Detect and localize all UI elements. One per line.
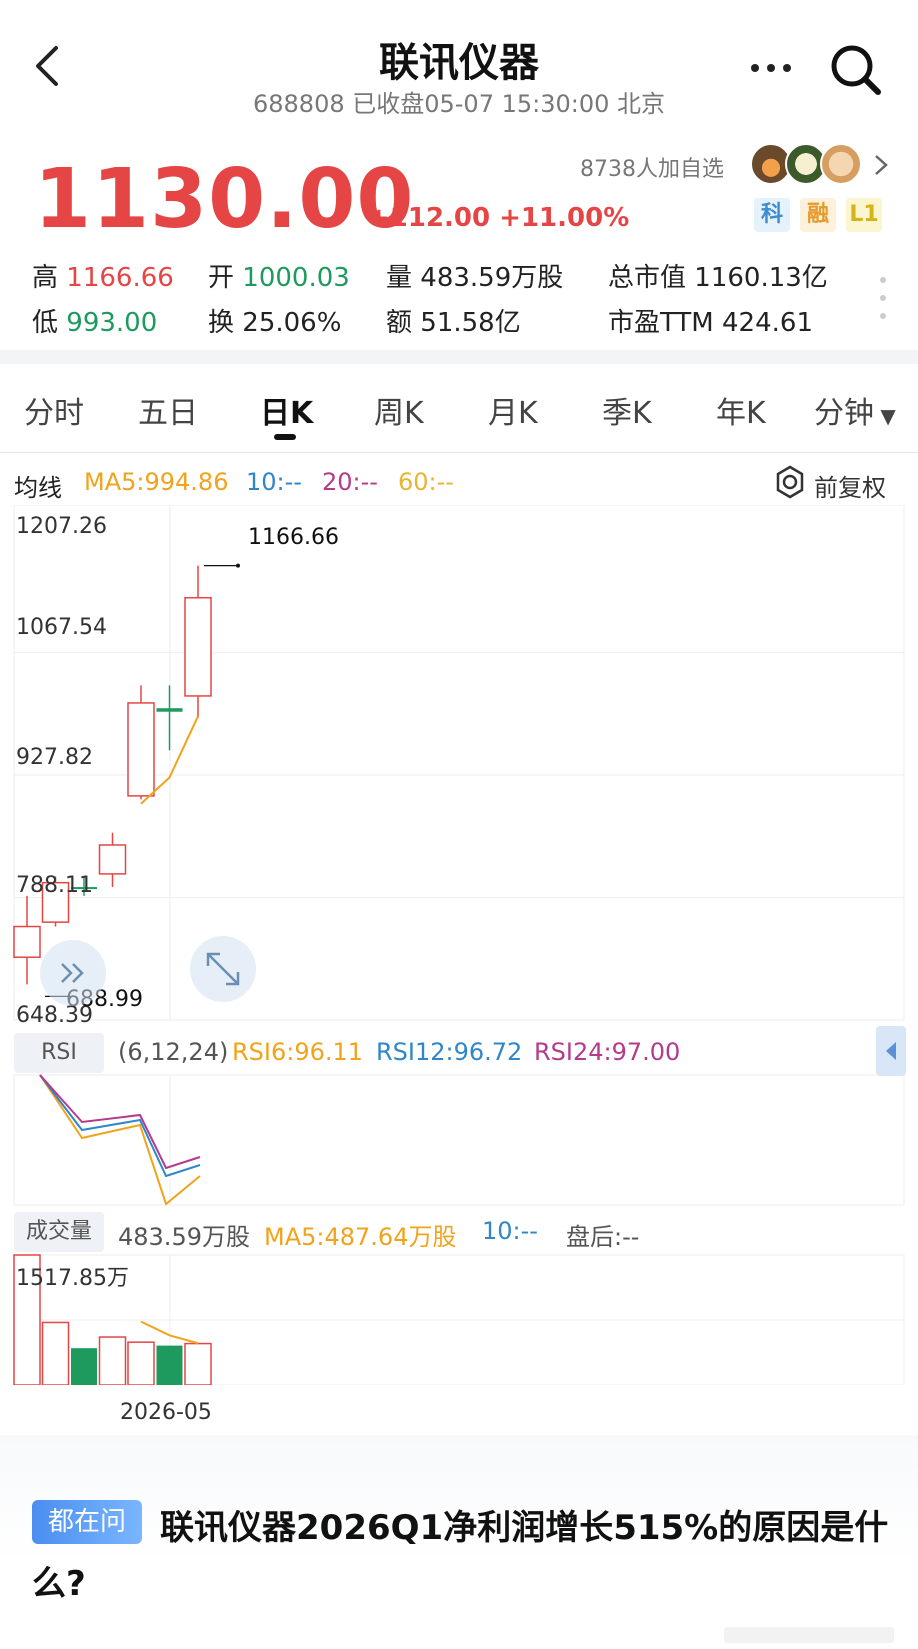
price-change: +112.00 +11.00% — [368, 203, 630, 233]
tab-five-day[interactable]: 五日 — [138, 388, 198, 432]
stat-open: 开 1000.03 — [208, 263, 350, 293]
stat-pe-ttm: 市盈TTM 424.61 — [608, 308, 813, 338]
stat-amount: 额 51.58亿 — [386, 308, 521, 338]
volume-bar — [127, 1341, 155, 1385]
collapse-panel-button[interactable] — [876, 1026, 906, 1076]
volume-value: 483.59万股 — [118, 1223, 250, 1251]
ask-tag: 都在问 — [32, 1500, 142, 1544]
margin-badge: 融 — [800, 198, 836, 232]
volume-bar — [41, 1321, 70, 1385]
candle-body — [13, 925, 41, 958]
rsi24-value: RSI24:97.00 — [534, 1038, 681, 1066]
volume-indicator-selector[interactable]: 成交量 — [14, 1212, 104, 1252]
volume-ma5: MA5:487.64万股 — [264, 1223, 457, 1251]
ma20-value: 20:-- — [322, 468, 378, 496]
ask-question[interactable]: 联讯仪器2026Q1净利润增长515%的原因是什么? — [32, 1500, 892, 1612]
kline-chart[interactable] — [0, 505, 918, 1385]
level1-badge: L1 — [846, 198, 882, 232]
candle-body — [156, 708, 183, 712]
settings-gear-icon[interactable] — [772, 464, 808, 500]
rsi-line — [39, 1074, 201, 1178]
rsi12-value: RSI12:96.72 — [376, 1038, 523, 1066]
volume-bar — [184, 1342, 212, 1385]
high-marker-dot — [236, 563, 240, 568]
rsi-line — [39, 1074, 201, 1206]
ma60-value: 60:-- — [398, 468, 454, 496]
triangle-left-icon — [886, 1042, 896, 1060]
date-axis-label: 2026-05 — [120, 1400, 212, 1425]
stat-volume: 量 483.59万股 — [386, 263, 564, 293]
stat-high: 高 1166.66 — [32, 263, 174, 293]
star-market-badge: 科 — [754, 198, 790, 232]
search-icon[interactable] — [828, 42, 884, 98]
stat-market-cap: 总市值 1160.13亿 — [608, 263, 828, 293]
vertical-dots-icon[interactable] — [878, 274, 888, 322]
followers-count[interactable]: 8738人加自选 — [580, 151, 724, 183]
y-tick-label: 788.11 — [16, 873, 93, 898]
tab-daily-k[interactable]: 日K — [260, 388, 313, 432]
tab-monthly-k[interactable]: 月K — [488, 388, 538, 432]
volume-max-label: 1517.85万 — [16, 1266, 129, 1291]
scroll-forward-button[interactable] — [40, 940, 106, 1006]
more-options-icon[interactable] — [746, 48, 796, 88]
active-tab-indicator — [274, 434, 296, 440]
volume-bar — [156, 1345, 183, 1385]
section-divider — [0, 350, 918, 364]
tabs-divider — [0, 452, 918, 453]
volume-bar — [71, 1348, 97, 1385]
volume-bar — [98, 1336, 127, 1385]
ma-label: 均线 — [14, 474, 62, 502]
ma10-value: 10:-- — [246, 468, 302, 496]
double-chevron-right-icon — [61, 963, 84, 983]
candle-body — [184, 596, 212, 697]
tab-minute[interactable]: 分钟 ▼ — [814, 388, 896, 432]
adjust-mode[interactable]: 前复权 — [814, 468, 886, 503]
tab-quarterly-k[interactable]: 季K — [602, 388, 652, 432]
candle-body — [98, 844, 127, 875]
rsi-panel-frame — [13, 1074, 905, 1206]
current-price: 1130.00 — [34, 152, 415, 247]
rsi-line — [39, 1074, 201, 1170]
tab-weekly-k[interactable]: 周K — [374, 388, 424, 432]
watermark-logo — [724, 1627, 894, 1643]
rsi-params: (6,12,24) — [118, 1038, 229, 1066]
y-tick-label: 1067.54 — [16, 615, 107, 640]
stat-turnover: 换 25.06% — [208, 308, 342, 338]
tab-intraday[interactable]: 分时 — [24, 388, 84, 432]
high-marker-label: 1166.66 — [248, 525, 339, 550]
fullscreen-button[interactable] — [190, 936, 256, 1002]
follower-avatar — [820, 143, 862, 185]
after-hours-volume: 盘后:-- — [566, 1223, 640, 1251]
y-tick-label: 1207.26 — [16, 514, 107, 539]
ma5-value: MA5:994.86 — [84, 468, 229, 496]
rsi-indicator-selector[interactable]: RSI — [14, 1033, 104, 1073]
expand-arrows-icon — [206, 952, 240, 986]
y-tick-label: 927.82 — [16, 745, 93, 770]
candle-body — [127, 702, 155, 797]
chevron-right-icon[interactable] — [870, 152, 892, 178]
volume-ma10: 10:-- — [482, 1217, 538, 1245]
stat-low: 低 993.00 — [32, 308, 158, 338]
stock-status-subtitle: 688808 已收盘05-07 15:30:00 北京 — [252, 90, 666, 118]
tab-yearly-k[interactable]: 年K — [716, 388, 766, 432]
rsi6-value: RSI6:96.11 — [232, 1038, 364, 1066]
